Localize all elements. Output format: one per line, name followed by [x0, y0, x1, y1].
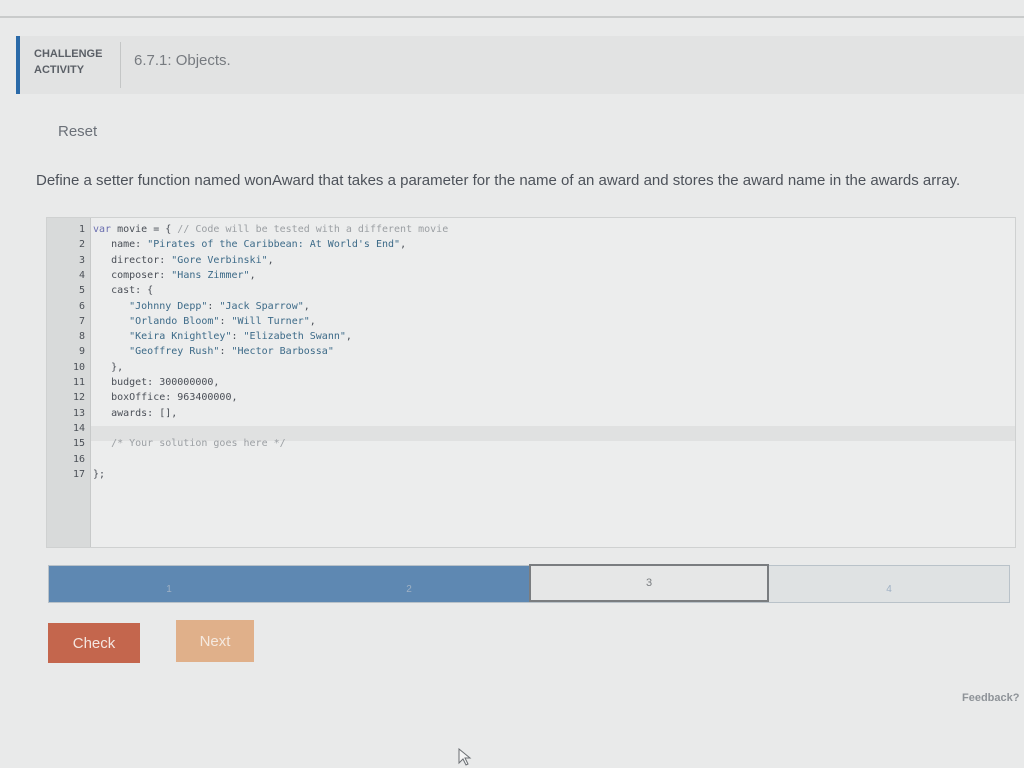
header-divider: [120, 42, 121, 88]
code-line[interactable]: name: "Pirates of the Caribbean: At Worl…: [93, 237, 406, 252]
code-token: :: [207, 300, 220, 312]
code-token: :: [219, 315, 232, 327]
code-line[interactable]: "Johnny Depp": "Jack Sparrow",: [93, 299, 310, 314]
code-token: var: [93, 224, 112, 235]
line-number: 13: [72, 407, 85, 419]
code-token: "Jack Sparrow": [219, 300, 304, 312]
mouse-pointer-icon: [458, 748, 472, 766]
label-line-2: ACTIVITY: [34, 64, 85, 76]
code-line[interactable]: awards: [],: [93, 406, 177, 421]
instructions-text: Define a setter function named wonAward …: [36, 172, 961, 189]
code-token: "Elizabeth Swann": [243, 331, 346, 343]
challenge-activity-label: CHALLENGE ACTIVITY: [34, 46, 102, 78]
code-token: budget: 300000000,: [111, 377, 220, 388]
progress-bar: 1234: [48, 564, 1010, 603]
code-token: "Johnny Depp": [129, 300, 208, 312]
code-line[interactable]: composer: "Hans Zimmer",: [93, 268, 256, 283]
line-number: 4: [78, 269, 85, 281]
code-token: "Pirates of the Caribbean: At World's En…: [147, 239, 401, 251]
code-token: composer:: [111, 269, 172, 281]
code-line[interactable]: "Keira Knightley": "Elizabeth Swann",: [93, 329, 352, 344]
code-token: ,: [400, 239, 407, 251]
feedback-link[interactable]: Feedback?: [962, 692, 1019, 704]
code-token: "Hans Zimmer": [171, 269, 250, 281]
line-number: 3: [78, 254, 85, 266]
code-token: boxOffice: 963400000,: [111, 392, 238, 404]
activity-title: 6.7.1: Objects.: [134, 52, 231, 69]
code-token: ,: [303, 300, 310, 312]
reset-link[interactable]: Reset: [58, 123, 97, 140]
line-number: 15: [72, 438, 85, 450]
line-number: 8: [78, 331, 85, 343]
progress-segment-1[interactable]: 1: [49, 566, 289, 602]
code-token: :: [219, 346, 232, 358]
code-token: };: [93, 468, 106, 480]
check-button[interactable]: Check: [48, 623, 140, 663]
code-token: :: [231, 331, 244, 343]
line-number: 14: [72, 422, 85, 434]
code-line[interactable]: director: "Gore Verbinski",: [93, 253, 274, 268]
code-line[interactable]: },: [93, 360, 123, 375]
line-number: 2: [78, 239, 85, 251]
line-number: 9: [78, 346, 85, 358]
line-number: 16: [72, 453, 85, 465]
code-token: "Gore Verbinski": [171, 254, 268, 266]
line-number: 12: [72, 392, 85, 404]
challenge-header: CHALLENGE ACTIVITY 6.7.1: Objects.: [16, 36, 1024, 94]
code-token: awards: [],: [111, 407, 178, 419]
next-button[interactable]: Next: [176, 620, 254, 662]
code-token: "Will Turner": [231, 315, 310, 327]
code-token: },: [111, 361, 124, 373]
progress-segment-4[interactable]: 4: [769, 566, 1009, 602]
code-token: "Hector Barbossa": [231, 346, 334, 358]
line-number: 11: [72, 377, 85, 388]
code-line[interactable]: };: [93, 467, 105, 482]
code-line[interactable]: /* Your solution goes here */: [93, 436, 286, 451]
code-token: // Code will be tested with a different …: [177, 224, 449, 235]
code-line[interactable]: "Geoffrey Rush": "Hector Barbossa": [93, 344, 334, 359]
line-number: 6: [78, 300, 85, 312]
label-line-1: CHALLENGE: [34, 48, 103, 60]
code-token: cast: {: [111, 285, 154, 297]
code-token: "Keira Knightley": [129, 331, 232, 343]
code-token: director:: [111, 254, 172, 266]
code-token: ,: [345, 331, 352, 343]
code-token: ,: [267, 254, 274, 266]
code-token: /* Your solution goes here */: [111, 438, 286, 450]
code-token: name:: [111, 239, 148, 251]
code-editor[interactable]: 1 2 3 4 5 6 7 8 9 10 11 12 13 14 15 16 17 var movie = { …: [46, 217, 1016, 548]
code-line[interactable]: "Orlando Bloom": "Will Turner",: [93, 314, 316, 329]
line-number-gutter: 1 2 3 4 5 6 7 8 9 10 11 12 13 14 15 16 17: [47, 218, 91, 547]
line-number: 1: [78, 224, 85, 235]
line-number: 5: [78, 285, 85, 297]
line-number: 17: [72, 468, 85, 480]
top-divider: [0, 16, 1024, 18]
code-token: "Orlando Bloom": [129, 315, 220, 327]
code-token: ,: [309, 315, 316, 327]
code-token: movie = {: [111, 224, 178, 235]
progress-segment-2[interactable]: 2: [289, 566, 529, 602]
code-line[interactable]: boxOffice: 963400000,: [93, 390, 238, 405]
line-number: 7: [78, 315, 85, 327]
code-token: "Geoffrey Rush": [129, 346, 220, 358]
line-number: 10: [72, 361, 85, 373]
code-line[interactable]: budget: 300000000,: [93, 375, 219, 390]
code-line[interactable]: cast: {: [93, 283, 153, 298]
code-token: ,: [249, 269, 256, 281]
progress-segment-3[interactable]: 3: [529, 564, 769, 602]
code-line[interactable]: var movie = { // Code will be tested wit…: [93, 222, 448, 237]
